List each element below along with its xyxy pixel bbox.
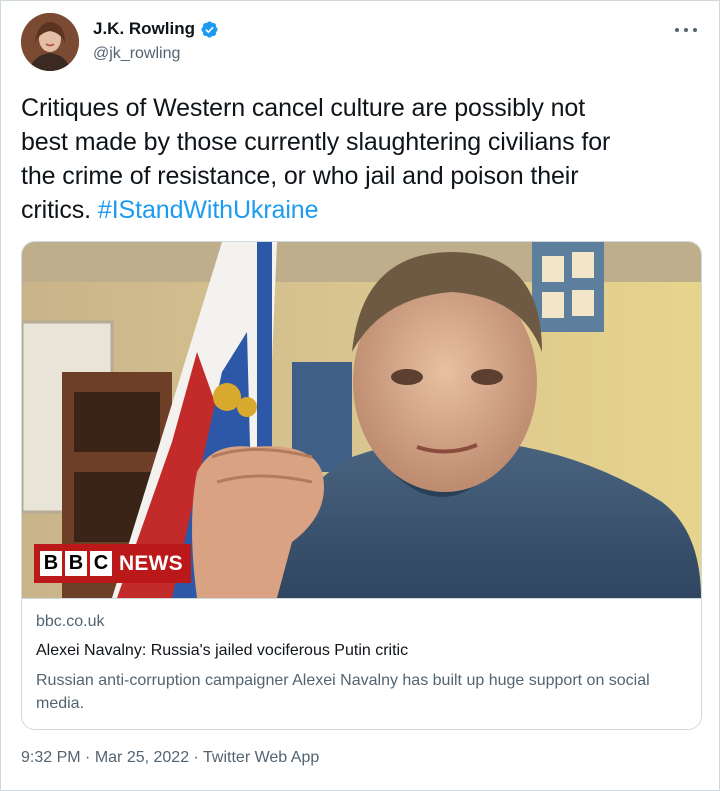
bbc-logo-letter: C	[90, 551, 112, 576]
author-avatar[interactable]	[21, 13, 79, 71]
tweet-header: J.K. Rowling @jk_rowling	[21, 13, 701, 73]
card-description: Russian anti-corruption campaigner Alexe…	[36, 672, 650, 712]
card-image[interactable]: B B C NEWS	[22, 242, 701, 598]
footer-separator: ·	[80, 749, 95, 766]
tweet-footer: 9:32 PM · Mar 25, 2022 · Twitter Web App	[21, 749, 319, 767]
name-row: J.K. Rowling	[93, 19, 219, 39]
tweet-time[interactable]: 9:32 PM	[21, 749, 81, 766]
tweet-text-line: best made by those currently slaughterin…	[21, 128, 611, 156]
tweet-source[interactable]: Twitter Web App	[203, 749, 319, 766]
bbc-logo-letter: B	[65, 551, 87, 576]
author-name[interactable]: J.K. Rowling	[93, 19, 195, 39]
hashtag-link[interactable]: #IStandWithUkraine	[98, 196, 319, 224]
link-preview-card[interactable]: B B C NEWS bbc.co.uk Alexei Navalny: Rus…	[21, 241, 702, 730]
tweet-text-line: critics. #IStandWithUkraine	[21, 193, 701, 227]
tweet-text-line: Critiques of Western cancel culture are …	[21, 94, 586, 122]
more-options-icon[interactable]	[675, 21, 697, 39]
card-meta[interactable]: bbc.co.uk Alexei Navalny: Russia's jaile…	[22, 598, 701, 729]
verified-badge-icon	[200, 20, 219, 39]
tweet-text-line: the crime of resistance, or who jail and…	[21, 162, 579, 190]
author-handle[interactable]: @jk_rowling	[93, 45, 180, 63]
avatar-image	[21, 13, 79, 71]
bbc-logo-letter: B	[40, 551, 62, 576]
card-title[interactable]: Alexei Navalny: Russia's jailed vocifero…	[36, 642, 408, 660]
tweet-container: J.K. Rowling @jk_rowling Critiques of We…	[0, 0, 720, 791]
card-domain: bbc.co.uk	[36, 613, 105, 630]
tweet-text-fragment: critics.	[21, 196, 92, 224]
bbc-news-logo: B B C NEWS	[34, 544, 191, 583]
tweet-date[interactable]: Mar 25, 2022	[95, 749, 189, 766]
footer-separator: ·	[189, 749, 204, 766]
bbc-logo-text: NEWS	[119, 551, 183, 575]
tweet-text: Critiques of Western cancel culture are …	[21, 91, 701, 227]
